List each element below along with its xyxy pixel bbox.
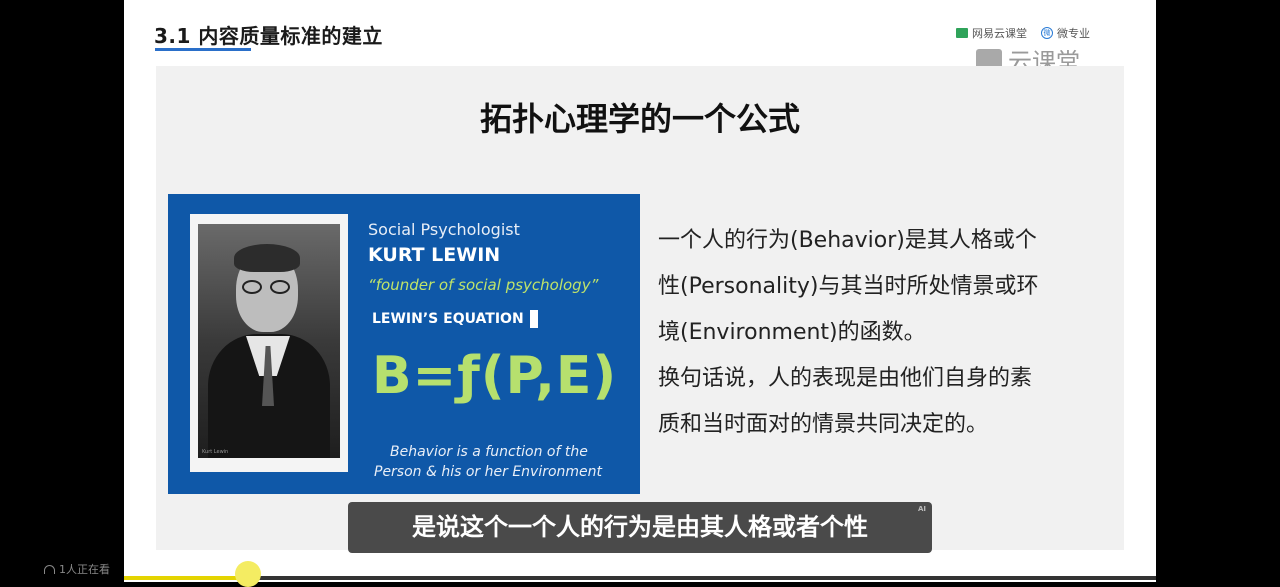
viewer-count: 1人正在看 <box>44 561 110 577</box>
netease-cloud-class-logo: 网易云课堂 <box>956 25 1027 41</box>
section-underline <box>155 48 251 51</box>
progress-fill <box>124 576 248 580</box>
explanation-line: 境(Environment)的函数。 <box>658 320 926 345</box>
poster-name: KURT LEWIN <box>368 244 501 266</box>
lewin-formula: B=ƒ(P,E) <box>372 346 618 406</box>
micro-major-icon: 微 <box>1041 27 1053 39</box>
explanation-line: 性(Personality)与其当时所处情景或环 <box>658 274 1039 299</box>
content-panel: 拓扑心理学的一个公式 Kurt Lewin Social Psychologis… <box>156 66 1124 550</box>
micro-major-logo: 微 微专业 <box>1041 25 1090 41</box>
netease-logo-text: 网易云课堂 <box>972 27 1027 40</box>
poster-desc-line2: Person & his or her Environment <box>374 464 603 480</box>
progress-bar[interactable] <box>124 576 1156 580</box>
explanation-line: 质和当时面对的情景共同决定的。 <box>658 412 989 437</box>
kurt-lewin-portrait: Kurt Lewin <box>198 224 340 458</box>
lewin-poster: Kurt Lewin Social Psychologist KURT LEWI… <box>168 194 640 494</box>
micro-major-text: 微专业 <box>1057 27 1090 40</box>
netease-logo-icon <box>956 28 968 38</box>
slide: 3.1 内容质量标准的建立 网易云课堂 微 微专业 云课堂 拓扑心理学的一个公式 <box>124 0 1156 582</box>
poster-desc-line1: Behavior is a function of the <box>390 444 588 460</box>
subtitle-caption: 是说这个一个人的行为是由其人格或者个性 AI <box>348 502 932 553</box>
explanation-line: 一个人的行为(Behavior)是其人格或个 <box>658 228 1037 253</box>
progress-thumb[interactable] <box>234 561 261 587</box>
photo-caption: Kurt Lewin <box>202 449 229 455</box>
viewer-count-text: 1人正在看 <box>59 563 110 576</box>
subtitle-text: 是说这个一个人的行为是由其人格或者个性 <box>412 513 868 541</box>
explanation-text: 一个人的行为(Behavior)是其人格或个 性(Personality)与其当… <box>658 218 1118 448</box>
equation-label-text: LEWIN’S EQUATION <box>372 311 524 327</box>
slide-heading: 拓扑心理学的一个公式 <box>479 100 800 138</box>
poster-role: Social Psychologist <box>368 220 520 239</box>
equation-label: LEWIN’S EQUATION <box>372 310 538 328</box>
cursor-bar-icon <box>529 310 538 328</box>
subtitle-ai-badge: AI <box>917 505 926 513</box>
photo-frame: Kurt Lewin <box>190 214 348 472</box>
section-title: 3.1 内容质量标准的建立 <box>154 24 383 48</box>
poster-quote: “founder of social psychology” <box>368 276 599 294</box>
explanation-line: 换句话说，人的表现是由他们自身的素 <box>658 366 1033 391</box>
brand-logos: 网易云课堂 微 微专业 <box>956 25 1090 41</box>
headset-icon <box>44 564 55 574</box>
